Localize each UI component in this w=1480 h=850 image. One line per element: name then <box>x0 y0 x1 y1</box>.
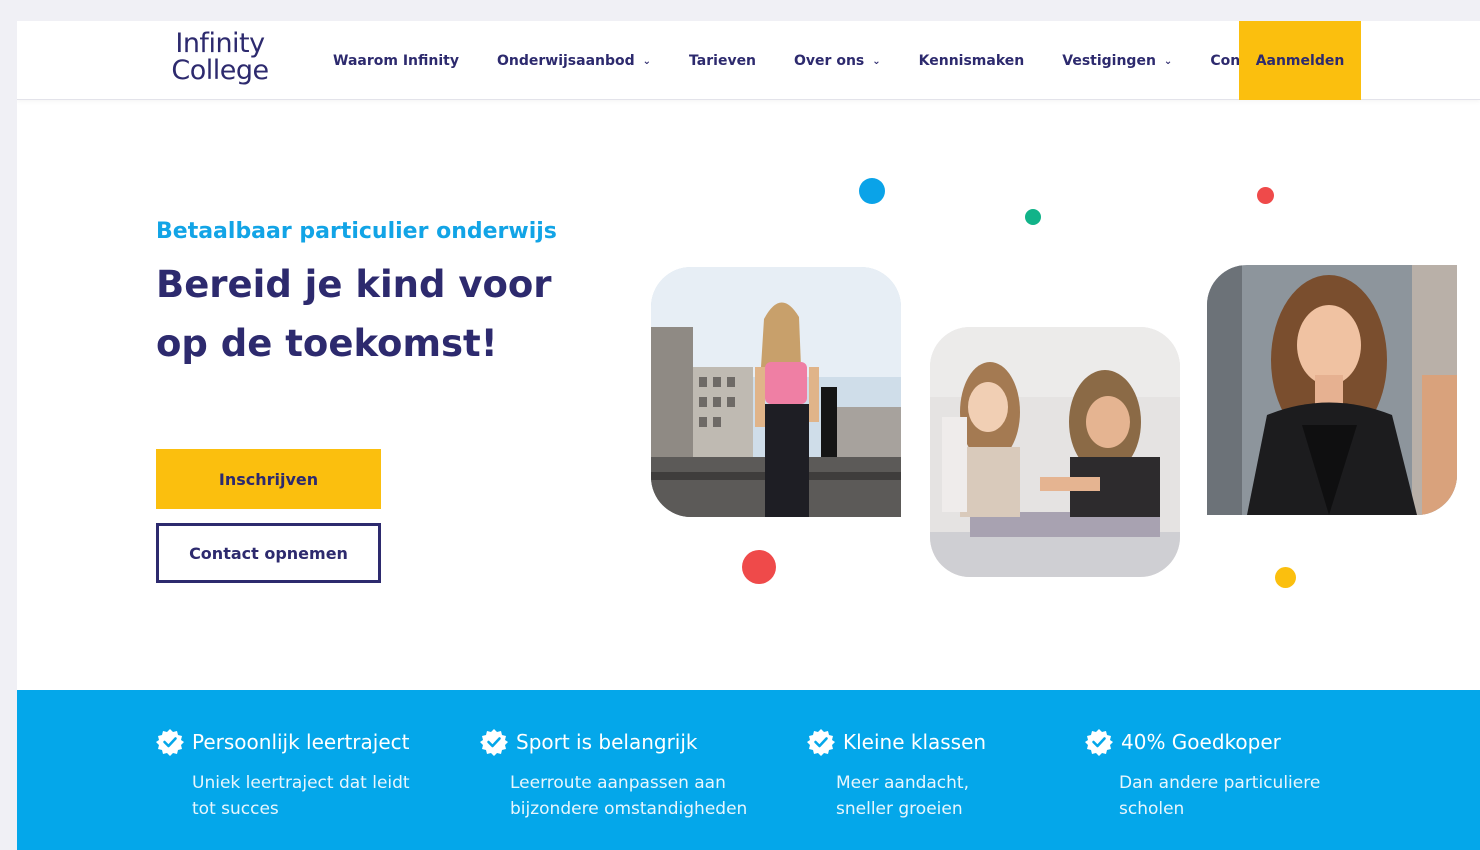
nav-item-onderwijsaanbod[interactable]: Onderwijsaanbod ⌄ <box>497 53 651 69</box>
feature-description-line1: Dan andere particuliere <box>1119 773 1321 793</box>
feature-description-line2: sneller groeien <box>836 799 963 819</box>
chevron-down-icon: ⌄ <box>642 56 652 67</box>
chevron-down-icon: ⌄ <box>1163 56 1173 67</box>
feature-description-line2: bijzondere omstandigheden <box>510 799 748 819</box>
inschrijven-button[interactable]: Inschrijven <box>156 449 381 509</box>
decorative-dot-green <box>1025 209 1041 225</box>
hero-title-line2: op de toekomst! <box>156 322 498 365</box>
nav-item-label: Onderwijsaanbod <box>496 52 635 69</box>
feature-description-line1: Meer aandacht, <box>836 773 969 793</box>
features-band: Persoonlijk leertraject Uniek leertrajec… <box>17 690 1480 850</box>
logo-line1: Infinity <box>175 28 265 59</box>
feature-description: Dan andere particuliere scholen <box>1119 770 1379 822</box>
nav-item-over-ons[interactable]: Over ons ⌄ <box>794 53 881 69</box>
site-header: Infinity College Waarom Infinity Onderwi… <box>17 21 1480 100</box>
feature-description: Meer aandacht, sneller groeien <box>836 770 1096 822</box>
decorative-dot-yellow <box>1275 567 1296 588</box>
main-nav: Waarom Infinity Onderwijsaanbod ⌄ Tariev… <box>333 21 1309 100</box>
feature-description-line1: Uniek leertraject dat leidt <box>192 773 410 793</box>
verified-badge-icon <box>480 729 508 756</box>
chevron-down-icon: ⌄ <box>872 56 881 67</box>
feature-description: Uniek leertraject dat leidt tot succes <box>192 770 452 822</box>
nav-item-vestigingen[interactable]: Vestigingen ⌄ <box>1062 53 1172 69</box>
page: Infinity College Waarom Infinity Onderwi… <box>17 21 1480 850</box>
decorative-dot-red <box>1257 187 1274 204</box>
nav-item-label: Waarom Infinity <box>333 52 459 69</box>
feature-description-line2: scholen <box>1119 799 1185 819</box>
logo[interactable]: Infinity College <box>164 30 276 92</box>
feature-title: 40% Goedkoper <box>1121 730 1281 754</box>
feature-description: Leerroute aanpassen aan bijzondere omsta… <box>510 770 770 822</box>
contact-opnemen-button[interactable]: Contact opnemen <box>156 523 381 583</box>
aanmelden-button[interactable]: Aanmelden <box>1239 21 1361 100</box>
student-photo-3 <box>1207 265 1457 515</box>
nav-item-label: Kennismaken <box>918 52 1025 69</box>
hero-subtitle: Betaalbaar particulier onderwijs <box>156 219 557 244</box>
logo-line2: College <box>171 55 269 86</box>
verified-badge-icon <box>807 729 835 756</box>
student-photo-2 <box>930 327 1180 577</box>
decorative-dot-red-large <box>742 550 776 584</box>
nav-item-label: Tarieven <box>689 52 757 69</box>
verified-badge-icon <box>1085 729 1113 756</box>
nav-item-tarieven[interactable]: Tarieven <box>689 53 756 69</box>
hero-title-line1: Bereid je kind voor <box>156 263 552 306</box>
student-photo-1 <box>651 267 901 517</box>
nav-item-kennismaken[interactable]: Kennismaken <box>919 53 1025 69</box>
nav-item-label: Vestigingen <box>1062 52 1156 69</box>
nav-item-label: Over ons <box>794 52 865 69</box>
verified-badge-icon <box>156 729 184 756</box>
nav-item-waarom-infinity[interactable]: Waarom Infinity <box>333 53 459 69</box>
decorative-dot-blue <box>859 178 885 204</box>
feature-title: Kleine klassen <box>843 730 987 754</box>
feature-title: Sport is belangrijk <box>516 730 698 754</box>
feature-description-line2: tot succes <box>192 799 279 819</box>
feature-title: Persoonlijk leertraject <box>192 730 410 754</box>
feature-description-line1: Leerroute aanpassen aan <box>510 773 726 793</box>
hero-title: Bereid je kind voor op de toekomst! <box>156 255 606 373</box>
